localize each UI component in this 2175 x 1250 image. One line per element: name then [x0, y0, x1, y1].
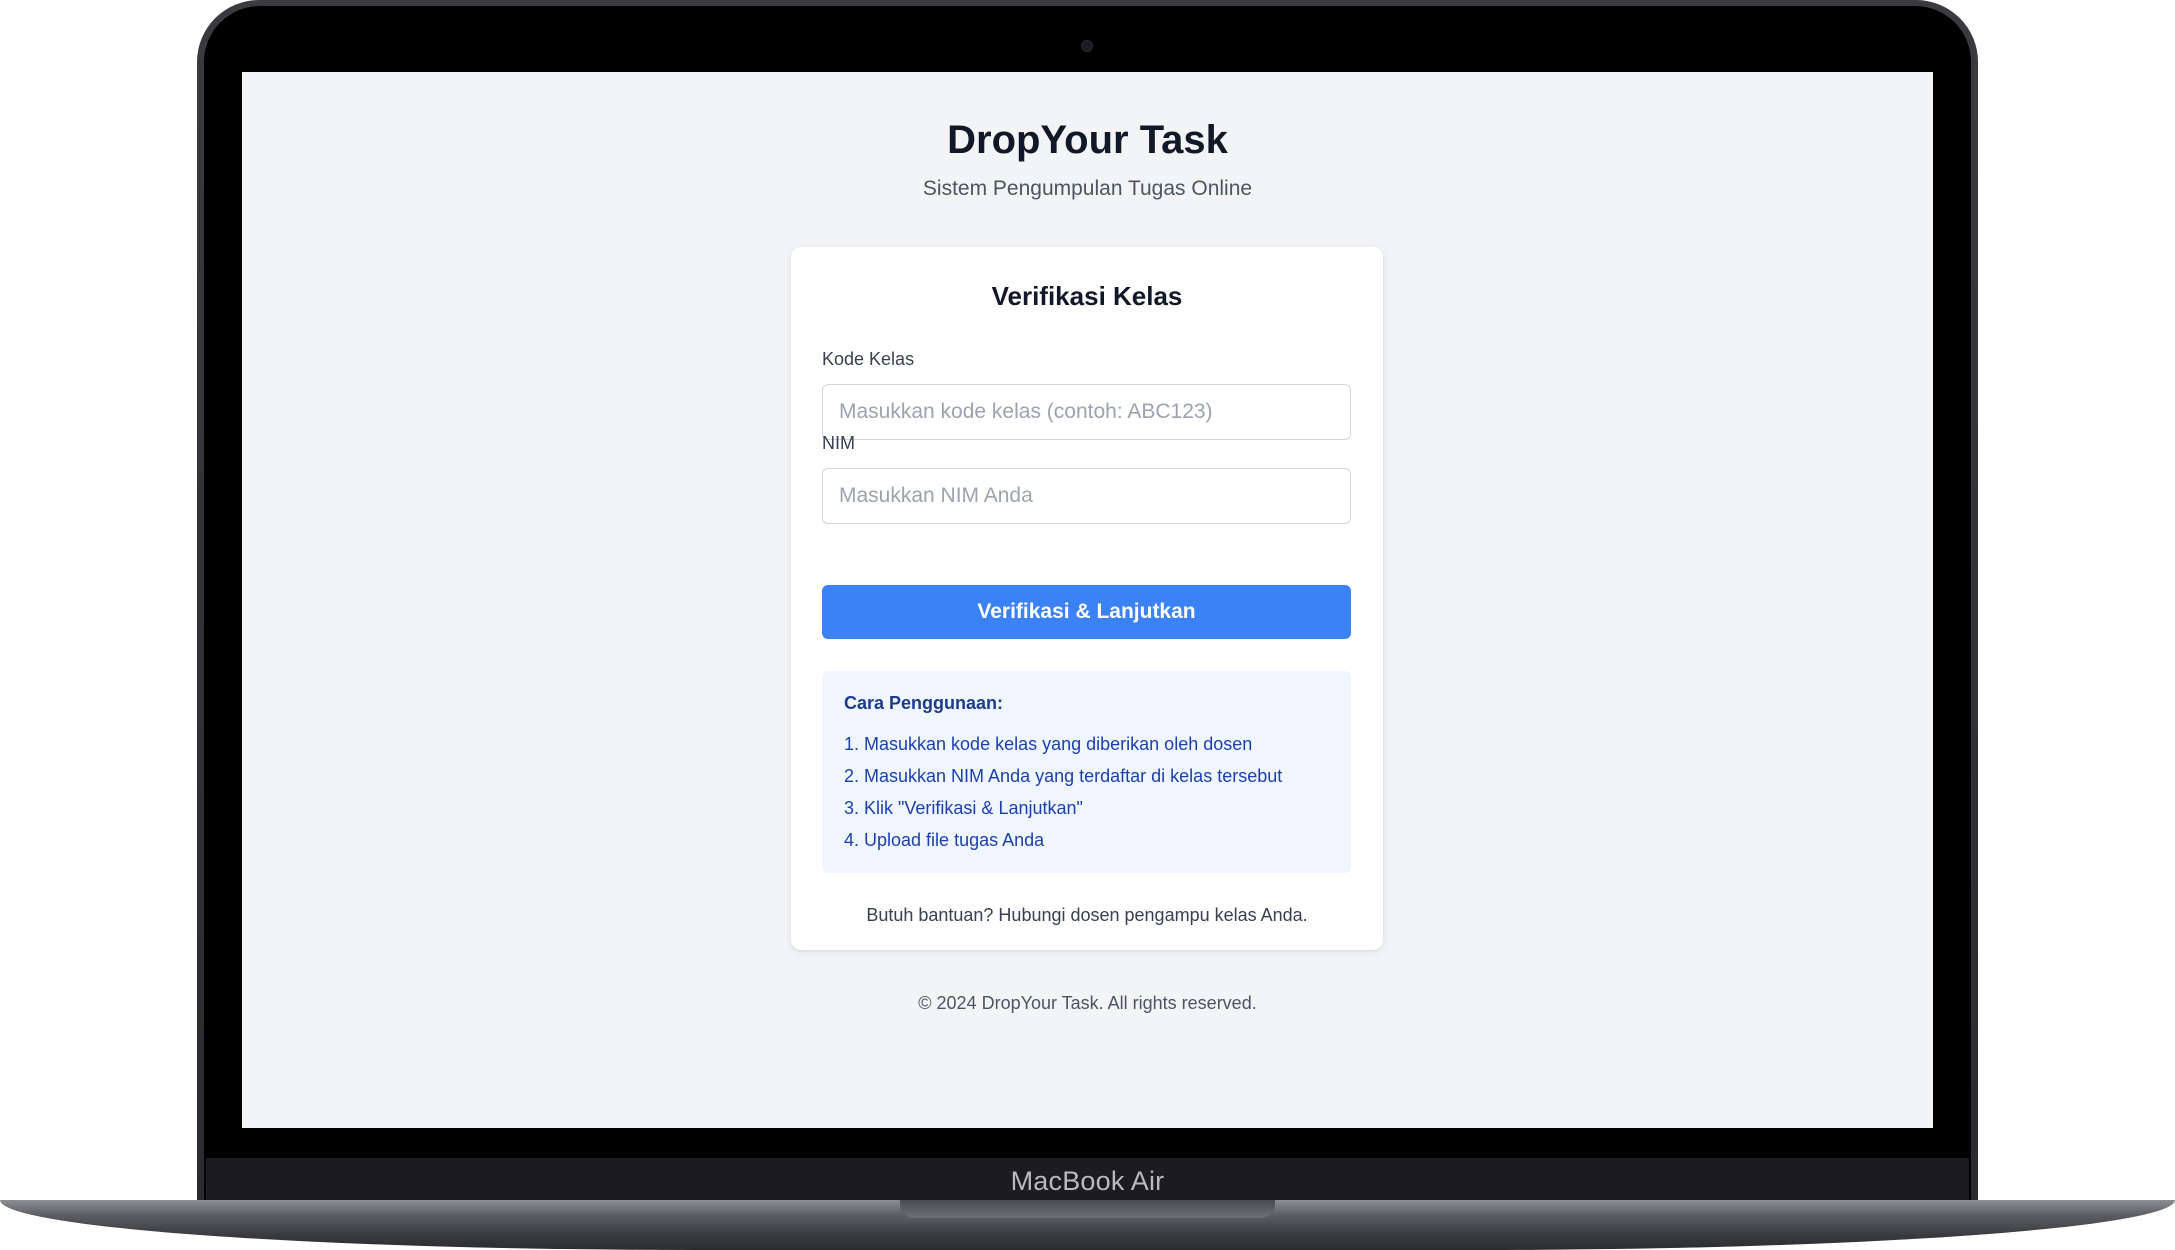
usage-step: 4. Upload file tugas Anda — [844, 830, 1045, 850]
usage-step: 1. Masukkan kode kelas yang diberikan ol… — [844, 734, 1253, 754]
card-title: Verifikasi Kelas — [991, 281, 1183, 311]
usage-title: Cara Penggunaan: — [844, 693, 1004, 713]
screen: DropYour Task Sistem Pengumpulan Tugas O… — [242, 72, 1933, 1128]
app-title: DropYour Task — [947, 118, 1228, 162]
usage-steps: 1. Masukkan kode kelas yang diberikan ol… — [844, 728, 1329, 856]
nim-label: NIM — [822, 433, 855, 453]
help-note: Butuh bantuan? Hubungi dosen pengampu ke… — [866, 905, 1308, 925]
verify-continue-button[interactable]: Verifikasi & Lanjutkan — [822, 585, 1351, 639]
footer-copyright: © 2024 DropYour Task. All rights reserve… — [918, 993, 1257, 1013]
device-label: MacBook Air — [1010, 1166, 1165, 1196]
usage-step: 2. Masukkan NIM Anda yang terdaftar di k… — [844, 766, 1283, 786]
class-code-label: Kode Kelas — [822, 349, 915, 369]
class-code-input[interactable] — [822, 384, 1351, 440]
usage-step: 3. Klik "Verifikasi & Lanjutkan" — [844, 798, 1083, 818]
nim-input[interactable] — [822, 468, 1351, 524]
app-subtitle: Sistem Pengumpulan Tugas Online — [922, 177, 1253, 200]
laptop-notch — [900, 1200, 1275, 1218]
camera-icon — [1081, 40, 1093, 52]
verification-card: Verifikasi Kelas Kode Kelas NIM Verifika… — [791, 247, 1383, 950]
usage-instructions: Cara Penggunaan: 1. Masukkan kode kelas … — [822, 671, 1351, 873]
